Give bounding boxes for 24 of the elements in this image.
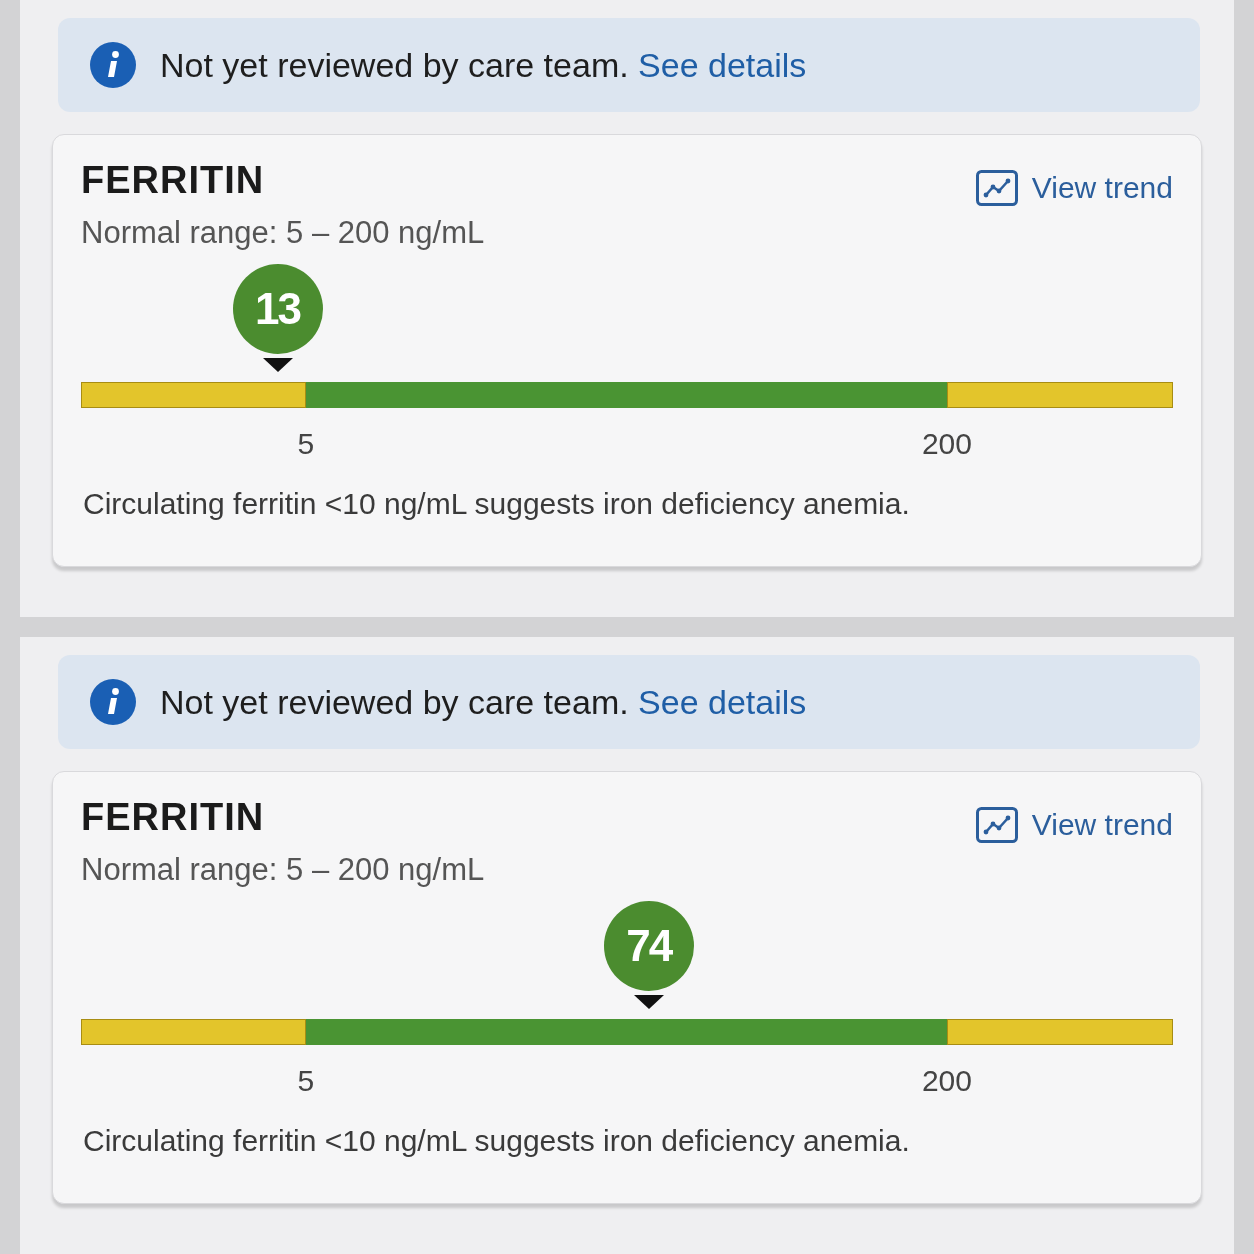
result-value-badge: 13	[232, 264, 323, 354]
scale-label: 5	[297, 426, 315, 462]
pointer-icon	[633, 995, 664, 1009]
info-icon	[90, 679, 136, 725]
scale-label: 5	[297, 1063, 315, 1099]
review-notice: Not yet reviewed by care team. See details	[160, 44, 807, 86]
normal-range-text: Normal range: 5 – 200 ng/mL	[81, 852, 485, 888]
trend-chart-icon	[975, 806, 1018, 843]
reference-note: Circulating ferritin <10 ng/mL suggests iron deficiency anemia.	[83, 1123, 911, 1159]
view-trend-link[interactable]: View trend	[975, 165, 1173, 210]
test-name: FERRITIN	[81, 158, 266, 203]
see-details-link[interactable]: See details	[638, 45, 807, 84]
review-notice: Not yet reviewed by care team. See details	[160, 681, 807, 723]
view-trend-link[interactable]: View trend	[975, 802, 1173, 847]
see-details-link[interactable]: See details	[638, 682, 807, 721]
pointer-icon	[262, 358, 293, 372]
test-name: FERRITIN	[81, 795, 266, 840]
info-icon	[90, 42, 136, 88]
result-value-badge: 74	[603, 901, 694, 991]
reference-note: Circulating ferritin <10 ng/mL suggests iron deficiency anemia.	[83, 486, 911, 522]
scale-label: 200	[921, 1063, 972, 1099]
normal-range-text: Normal range: 5 – 200 ng/mL	[81, 215, 485, 251]
scale-label: 200	[921, 426, 972, 462]
trend-chart-icon	[975, 169, 1018, 206]
